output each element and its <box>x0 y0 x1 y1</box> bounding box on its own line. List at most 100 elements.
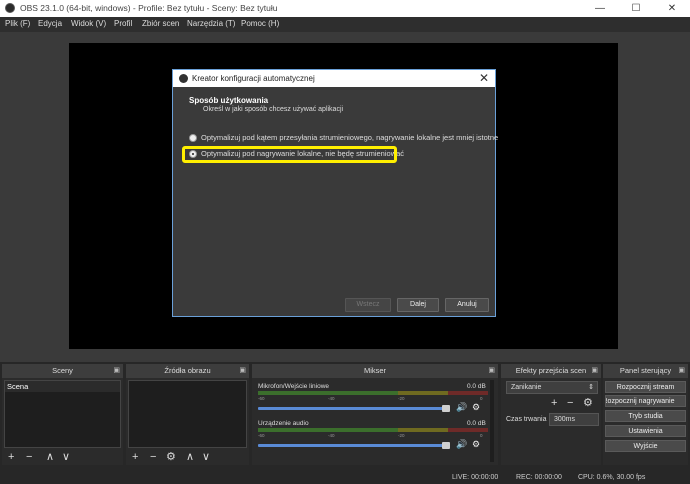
audio-meter <box>258 428 488 432</box>
tick-label: -40 <box>328 433 335 438</box>
audio-meter <box>258 391 488 395</box>
menu-bar: Plik (F) Edycja Widok (V) Profil Zbiór s… <box>0 17 690 32</box>
next-button[interactable]: Dalej <box>397 298 439 312</box>
tick-label: 0 <box>480 433 483 438</box>
dock-float-icon[interactable]: ▣ <box>678 364 685 378</box>
duration-spinbox[interactable]: 300ms <box>549 413 599 426</box>
dock-float-icon[interactable]: ▣ <box>239 364 246 378</box>
gear-icon[interactable]: ⚙ <box>472 439 480 450</box>
duration-value: 300ms <box>554 416 576 423</box>
channel-name: Mikrofon/Wejście liniowe <box>258 383 330 390</box>
studio-mode-button[interactable]: Tryb studia <box>605 410 686 422</box>
scenes-dock-header: Sceny ▣ <box>2 364 123 378</box>
source-properties-icon[interactable]: ⚙ <box>166 450 176 464</box>
controls-dock-title: Panel sterujący <box>619 366 672 375</box>
back-button[interactable]: Wstecz <box>345 298 391 312</box>
tick-label: -20 <box>398 396 405 401</box>
highlight-box <box>182 146 397 163</box>
menu-view[interactable]: Widok (V) <box>71 19 106 28</box>
sources-dock: Źródła obrazu ▣ + − ⚙ ∧ ∨ <box>126 364 249 465</box>
mixer-dock: Mikser ▣ Mikrofon/Wejście liniowe 0.0 dB… <box>252 364 498 465</box>
dialog-title: Kreator konfiguracji automatycznej <box>192 74 315 83</box>
obs-logo-icon <box>179 74 188 83</box>
status-bar: LIVE: 00:00:00 REC: 00:00:00 CPU: 0.6%, … <box>0 472 690 484</box>
gear-icon[interactable]: ⚙ <box>472 402 480 413</box>
menu-profile[interactable]: Profil <box>114 19 132 28</box>
dialog-titlebar: Kreator konfiguracji automatycznej ✕ <box>173 70 495 87</box>
tick-label: -60 <box>258 396 265 401</box>
transitions-dock-header: Efekty przejścia scen ▣ <box>501 364 601 378</box>
volume-slider-handle[interactable] <box>442 405 450 412</box>
dock-float-icon[interactable]: ▣ <box>591 364 598 378</box>
sources-toolbar: + − ⚙ ∧ ∨ <box>130 450 230 464</box>
option-streaming-label: Optymalizuj pod kątem przesyłania strumi… <box>201 133 499 142</box>
dialog-heading: Sposób użytkowania <box>189 96 269 105</box>
live-status: LIVE: 00:00:00 <box>452 474 499 481</box>
cpu-status: CPU: 0.6%, 30.00 fps <box>578 474 646 481</box>
add-transition-icon[interactable]: + <box>551 396 557 410</box>
transitions-toolbar: + − ⚙ <box>551 396 601 410</box>
start-stream-button[interactable]: Rozpocznij stream <box>605 381 686 393</box>
sources-dock-title: Źródła obrazu <box>164 366 211 375</box>
move-down-icon[interactable]: ∨ <box>62 450 70 464</box>
menu-file[interactable]: Plik (F) <box>5 19 30 28</box>
mixer-dock-title: Mikser <box>363 366 387 375</box>
remove-scene-icon[interactable]: − <box>26 450 32 464</box>
transition-select[interactable]: Zanikanie ⇕ <box>506 381 598 394</box>
move-down-icon[interactable]: ∨ <box>202 450 210 464</box>
settings-button[interactable]: Ustawienia <box>605 425 686 437</box>
window-title: OBS 23.1.0 (64-bit, windows) - Profile: … <box>20 3 278 13</box>
volume-icon[interactable]: 🔊 <box>456 402 467 413</box>
transition-select-value: Zanikanie <box>511 384 542 391</box>
volume-icon[interactable]: 🔊 <box>456 439 467 450</box>
menu-help[interactable]: Pomoc (H) <box>241 19 279 28</box>
dock-float-icon[interactable]: ▣ <box>113 364 120 378</box>
channel-db: 0.0 dB <box>467 383 486 390</box>
window-titlebar: OBS 23.1.0 (64-bit, windows) - Profile: … <box>0 0 690 17</box>
start-recording-button[interactable]: Rozpocznij nagrywanie <box>605 395 686 407</box>
scenes-dock-title: Sceny <box>52 366 73 375</box>
dialog-subheading: Określ w jaki sposób chcesz używać aplik… <box>203 106 344 113</box>
channel-name: Urządzenie audio <box>258 420 309 427</box>
menu-scene-collection[interactable]: Zbiór scen <box>142 19 179 28</box>
minimize-button[interactable]: — <box>582 0 618 17</box>
remove-transition-icon[interactable]: − <box>567 396 573 410</box>
sources-list[interactable] <box>128 380 247 448</box>
volume-slider[interactable] <box>258 444 446 447</box>
dialog-close-icon[interactable]: ✕ <box>479 71 489 85</box>
menu-tools[interactable]: Narzędzia (T) <box>187 19 235 28</box>
add-source-icon[interactable]: + <box>132 450 138 464</box>
move-up-icon[interactable]: ∧ <box>186 450 194 464</box>
tick-label: -20 <box>398 433 405 438</box>
mixer-dock-header: Mikser ▣ <box>252 364 498 378</box>
meter-ticks: -60 -40 -20 0 <box>258 433 488 439</box>
scenes-list[interactable]: Scena <box>4 380 121 448</box>
scenes-dock: Sceny ▣ Scena + − ∧ ∨ <box>2 364 123 465</box>
tick-label: -60 <box>258 433 265 438</box>
close-button[interactable]: ✕ <box>654 0 690 17</box>
meter-ticks: -60 -40 -20 0 <box>258 396 488 402</box>
radio-streaming[interactable] <box>189 134 197 142</box>
controls-dock-header: Panel sterujący ▣ <box>603 364 688 378</box>
menu-edit[interactable]: Edycja <box>38 19 62 28</box>
tick-label: 0 <box>480 396 483 401</box>
remove-source-icon[interactable]: − <box>150 450 156 464</box>
tick-label: -40 <box>328 396 335 401</box>
chevron-updown-icon: ⇕ <box>588 384 594 391</box>
duration-label: Czas trwania <box>506 416 547 423</box>
cancel-button[interactable]: Anuluj <box>445 298 489 312</box>
obs-logo-icon <box>5 3 15 13</box>
transition-properties-icon[interactable]: ⚙ <box>583 396 593 410</box>
exit-button[interactable]: Wyjście <box>605 440 686 452</box>
volume-slider-handle[interactable] <box>442 442 450 449</box>
channel-db: 0.0 dB <box>467 420 486 427</box>
add-scene-icon[interactable]: + <box>8 450 14 464</box>
list-item[interactable]: Scena <box>5 381 120 392</box>
move-up-icon[interactable]: ∧ <box>46 450 54 464</box>
transitions-dock-title: Efekty przejścia scen <box>515 366 587 375</box>
mixer-scrollbar[interactable] <box>490 380 494 462</box>
maximize-button[interactable]: ☐ <box>618 0 654 17</box>
volume-slider[interactable] <box>258 407 446 410</box>
dock-float-icon[interactable]: ▣ <box>488 364 495 378</box>
sources-dock-header: Źródła obrazu ▣ <box>126 364 249 378</box>
